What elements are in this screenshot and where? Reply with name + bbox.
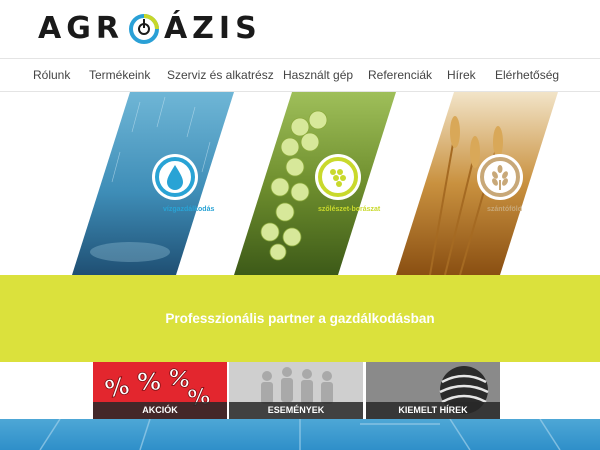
category-label-grape[interactable]: szőlészet-borászat [318,206,380,213]
nav-item-rolunk[interactable]: Rólunk [33,59,70,92]
grape-icon[interactable] [315,154,361,200]
nav-item-hirek[interactable]: Hírek [447,59,476,92]
hero-graphic [72,92,558,275]
tile-kiemelt-hirek-label: KIEMELT HÍREK [366,402,500,419]
bottom-image-strip [0,419,600,450]
tile-akciok[interactable]: % % % % AKCIÓK [93,362,227,419]
tile-akciok-label: AKCIÓK [93,402,227,419]
main-nav: Rólunk Termékeink Szerviz és alkatrész H… [0,58,600,92]
tile-kiemelt-hirek[interactable]: KIEMELT HÍREK [366,362,500,419]
logo-text-right: ÁZIS [163,11,262,46]
category-label-wheat[interactable]: szántóföld [487,206,522,213]
water-drop-icon[interactable] [152,154,198,200]
nav-item-elerhetoseg[interactable]: Elérhetőség [495,59,559,92]
panel-wheat[interactable] [396,92,558,275]
tiles-row: % % % % AKCIÓK ESEMÉNYEK KIEMELT HÍREK [0,362,600,419]
logo[interactable]: AGR ÁZIS [38,12,262,46]
panel-grape[interactable] [234,92,396,275]
irrigation-image [39,419,561,450]
svg-text:%: % [137,368,161,396]
tile-esemenyek[interactable]: ESEMÉNYEK [229,362,363,419]
nav-item-hasznalt-gep[interactable]: Használt gép [283,59,353,92]
wheat-icon[interactable] [477,154,523,200]
logo-mark-icon [128,13,160,45]
tagline-text: Professzionális partner a gazdálkodásban [165,311,435,326]
nav-item-referenciak[interactable]: Referenciák [368,59,432,92]
header: AGR ÁZIS [0,0,600,58]
nav-item-termekeink[interactable]: Termékeink [89,59,150,92]
tagline-banner: Professzionális partner a gazdálkodásban [0,275,600,362]
logo-text-left: AGR [38,11,124,46]
nav-item-szerviz[interactable]: Szerviz és alkatrész [167,59,274,92]
hero: vízgazdálkodás szőlészet-borászat szántó… [0,92,600,275]
tile-esemenyek-label: ESEMÉNYEK [229,402,363,419]
category-label-water[interactable]: vízgazdálkodás [163,206,214,213]
